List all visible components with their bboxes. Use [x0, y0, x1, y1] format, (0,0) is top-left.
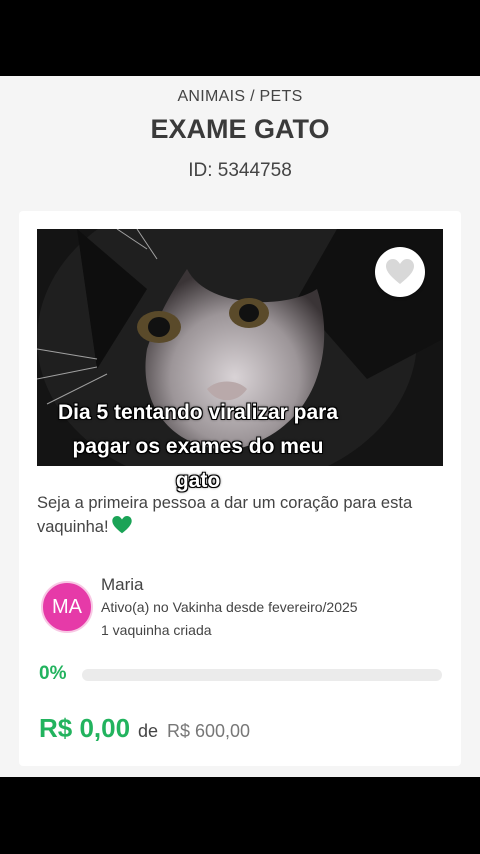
- heart-icon: [386, 259, 414, 284]
- favorite-button[interactable]: [375, 247, 425, 297]
- green-heart-icon: [111, 516, 132, 541]
- hearts-message-text: Seja a primeira pessoa a dar um coração …: [37, 494, 413, 536]
- goal-amount: R$ 600,00: [167, 721, 251, 741]
- owner-active-since: Ativo(a) no Vakinha desde fevereiro/2025: [101, 599, 358, 615]
- progress-percent: 0%: [39, 663, 67, 684]
- video-caption-overlay: Dia 5 tentando viralizar para pagar os e…: [38, 396, 358, 498]
- campaign-id: ID: 5344758: [188, 160, 292, 181]
- owner-campaign-count: 1 vaquinha criada: [101, 622, 212, 638]
- hearts-message: Seja a primeira pessoa a dar um coração …: [37, 491, 437, 541]
- caption-line: pagar os exames do meu: [72, 435, 324, 458]
- progress-bar: [82, 669, 442, 681]
- category-label[interactable]: ANIMAIS / PETS: [0, 88, 480, 106]
- page-title: EXAME GATO: [150, 114, 330, 144]
- avatar[interactable]: MA: [41, 581, 93, 633]
- caption-line: Dia 5 tentando viralizar para: [57, 401, 339, 424]
- caption-line: gato: [175, 469, 221, 492]
- owner-name[interactable]: Maria: [101, 575, 144, 595]
- raised-amount: R$ 0,00: [39, 713, 131, 743]
- of-label: de: [138, 721, 159, 741]
